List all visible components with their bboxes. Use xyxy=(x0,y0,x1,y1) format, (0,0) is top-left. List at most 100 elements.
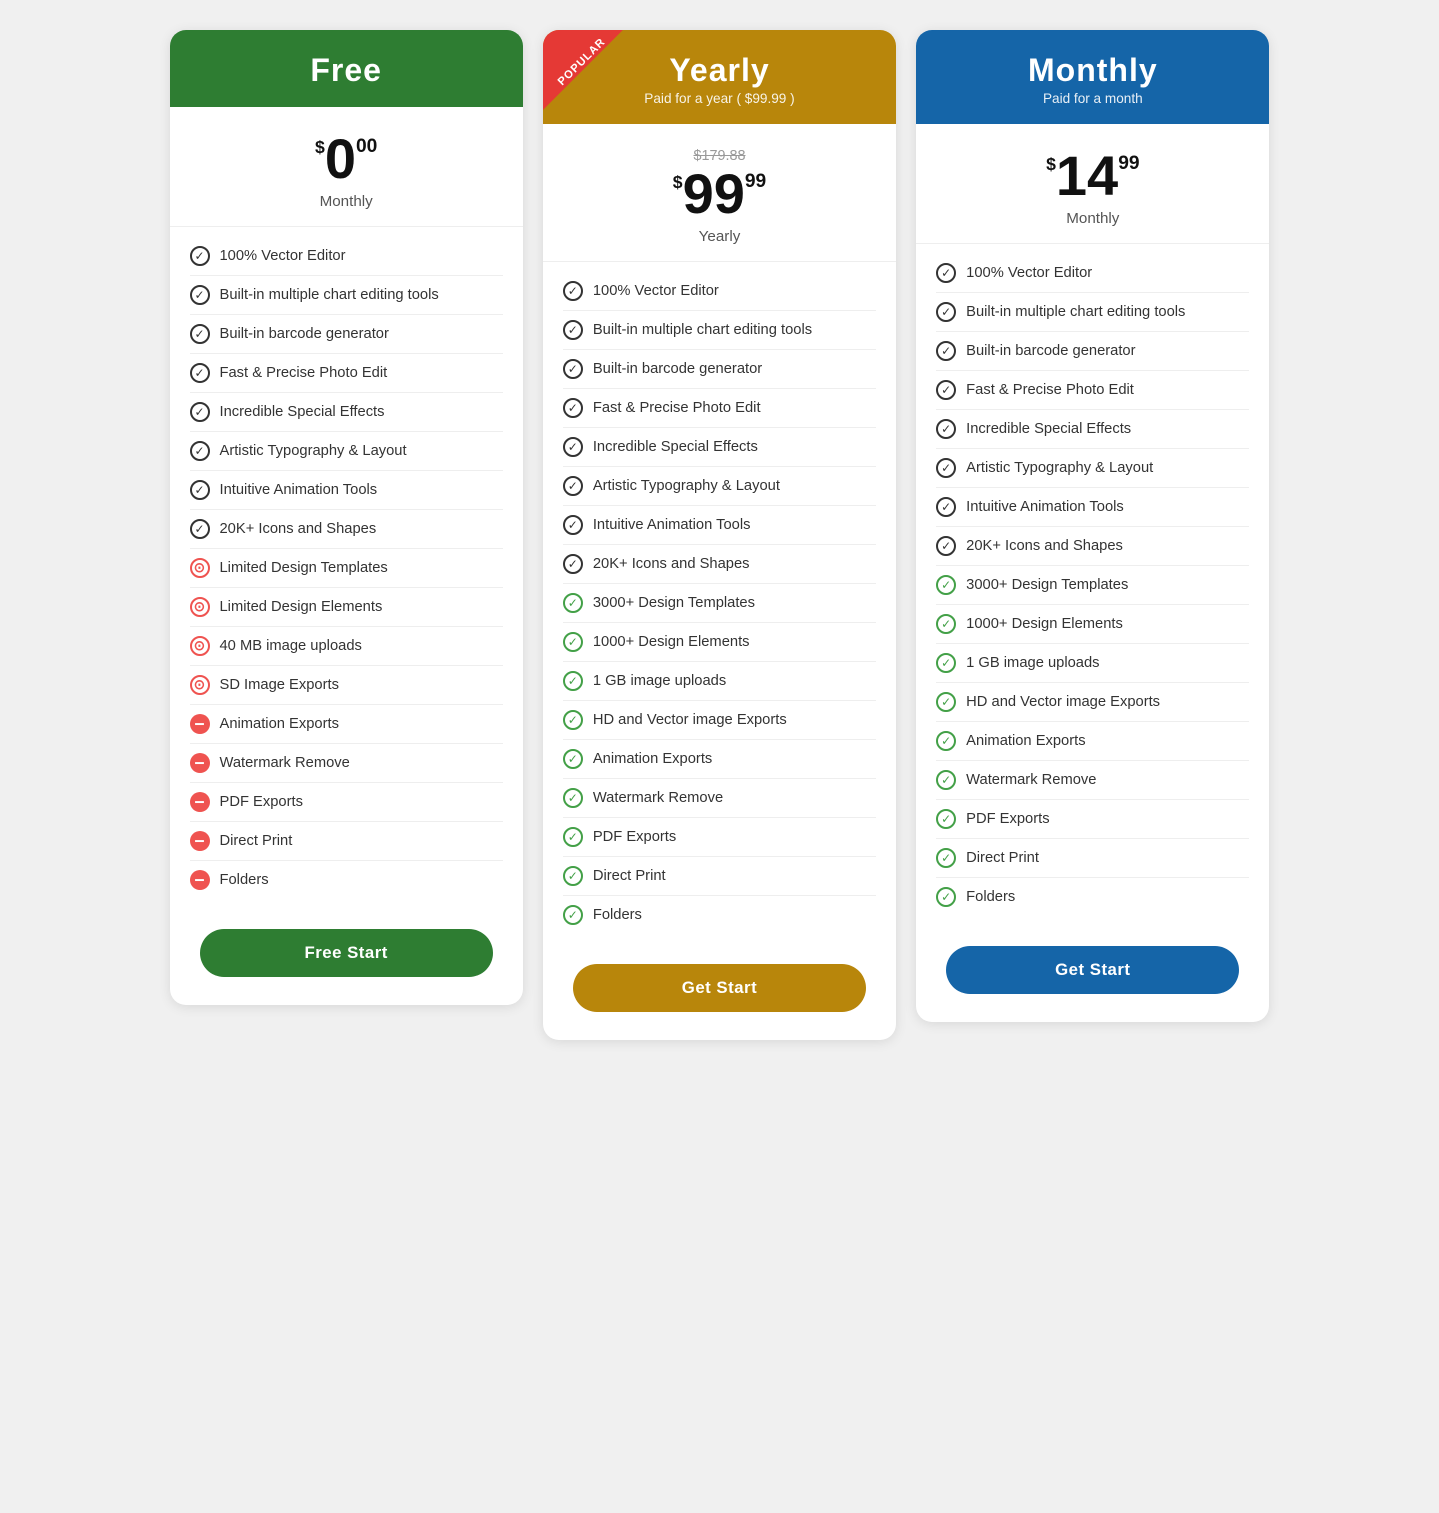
list-item: ✓Incredible Special Effects xyxy=(936,410,1249,449)
feature-text: 1 GB image uploads xyxy=(593,673,726,689)
cta-section-monthly: Get Start xyxy=(916,926,1269,1022)
feature-text: Built-in barcode generator xyxy=(966,343,1135,359)
check-dark-icon: ✓ xyxy=(190,363,210,383)
feature-text: Direct Print xyxy=(966,850,1039,866)
price-row-yearly: $9999 xyxy=(563,166,876,222)
check-dark-icon: ✓ xyxy=(936,302,956,322)
price-dollar-yearly: $ xyxy=(673,174,683,192)
feature-text: SD Image Exports xyxy=(220,677,339,693)
feature-text: Built-in barcode generator xyxy=(593,361,762,377)
check-green-icon: ✓ xyxy=(936,653,956,673)
plan-card-free: Free$000Monthly✓100% Vector Editor✓Built… xyxy=(170,30,523,1005)
check-dark-icon: ✓ xyxy=(936,419,956,439)
feature-text: Watermark Remove xyxy=(220,755,350,771)
feature-text: Incredible Special Effects xyxy=(593,439,758,455)
plan-title-yearly: Yearly xyxy=(563,52,876,89)
check-green-icon: ✓ xyxy=(936,692,956,712)
check-green-icon: ✓ xyxy=(563,905,583,925)
list-item: ✓HD and Vector image Exports xyxy=(936,683,1249,722)
check-green-icon: ✓ xyxy=(936,887,956,907)
cta-button-free[interactable]: Free Start xyxy=(200,929,493,977)
feature-text: Intuitive Animation Tools xyxy=(593,517,751,533)
check-dark-icon: ✓ xyxy=(563,437,583,457)
feature-text: Built-in multiple chart editing tools xyxy=(593,322,812,338)
check-dark-icon: ✓ xyxy=(936,341,956,361)
list-item: ✓Intuitive Animation Tools xyxy=(936,488,1249,527)
list-item: ✓Animation Exports xyxy=(563,740,876,779)
feature-text: Watermark Remove xyxy=(966,772,1096,788)
feature-text: Fast & Precise Photo Edit xyxy=(593,400,761,416)
list-item: ✓ Incredible Special Effects xyxy=(563,428,876,467)
plan-header-free: Free xyxy=(170,30,523,107)
price-main-monthly: 14 xyxy=(1056,148,1118,204)
price-period-free: Monthly xyxy=(190,193,503,210)
feature-text: Folders xyxy=(220,872,269,888)
list-item: ✓Built-in multiple chart editing tools xyxy=(563,311,876,350)
list-item: ✓Folders xyxy=(563,896,876,934)
plan-subtitle-monthly: Paid for a month xyxy=(936,91,1249,106)
list-item: ✓Built-in multiple chart editing tools xyxy=(190,276,503,315)
features-list-monthly: ✓100% Vector Editor✓Built-in multiple ch… xyxy=(916,244,1269,926)
price-dollar-monthly: $ xyxy=(1046,156,1056,174)
list-item: ✓ Folders xyxy=(936,878,1249,916)
feature-text: PDF Exports xyxy=(220,794,303,810)
list-item: ✓20K+ Icons and Shapes xyxy=(936,527,1249,566)
check-dark-icon: ✓ xyxy=(563,554,583,574)
check-green-icon: ✓ xyxy=(563,632,583,652)
list-item: ✓Animation Exports xyxy=(936,722,1249,761)
feature-text: 100% Vector Editor xyxy=(220,248,346,264)
check-dark-icon: ✓ xyxy=(190,441,210,461)
limited-icon: ⊙ xyxy=(190,597,210,617)
check-dark-icon: ✓ xyxy=(190,246,210,266)
price-period-yearly: Yearly xyxy=(563,228,876,245)
feature-text: 100% Vector Editor xyxy=(593,283,719,299)
list-item: ✓1 GB image uploads xyxy=(936,644,1249,683)
features-list-yearly: ✓100% Vector Editor✓Built-in multiple ch… xyxy=(543,262,896,944)
cta-button-monthly[interactable]: Get Start xyxy=(946,946,1239,994)
check-dark-icon: ✓ xyxy=(563,281,583,301)
feature-text: Folders xyxy=(966,889,1015,905)
feature-text: Limited Design Templates xyxy=(220,560,388,576)
price-cents-monthly: 99 xyxy=(1118,154,1139,173)
check-green-icon: ✓ xyxy=(563,671,583,691)
list-item: ✓Intuitive Animation Tools xyxy=(563,506,876,545)
check-green-icon: ✓ xyxy=(563,788,583,808)
list-item: ✓Direct Print xyxy=(563,857,876,896)
check-green-icon: ✓ xyxy=(563,710,583,730)
feature-text: 20K+ Icons and Shapes xyxy=(220,521,377,537)
price-section-yearly: $179.88$9999Yearly xyxy=(543,124,896,262)
feature-text: PDF Exports xyxy=(593,829,676,845)
feature-text: Artistic Typography & Layout xyxy=(220,443,407,459)
list-item: ✓1000+ Design Elements xyxy=(936,605,1249,644)
check-dark-icon: ✓ xyxy=(190,324,210,344)
list-item: ✓20K+ Icons and Shapes xyxy=(190,510,503,549)
check-dark-icon: ✓ xyxy=(563,476,583,496)
list-item: ✓Artistic Typography & Layout xyxy=(563,467,876,506)
list-item: ✓Fast & Precise Photo Edit xyxy=(190,354,503,393)
check-dark-icon: ✓ xyxy=(190,480,210,500)
price-cents-yearly: 99 xyxy=(745,172,766,191)
feature-text: Direct Print xyxy=(593,868,666,884)
list-item: ✓Artistic Typography & Layout xyxy=(936,449,1249,488)
list-item: ✓Built-in barcode generator xyxy=(563,350,876,389)
feature-text: Direct Print xyxy=(220,833,293,849)
cta-button-yearly[interactable]: Get Start xyxy=(573,964,866,1012)
check-dark-icon: ✓ xyxy=(190,285,210,305)
feature-text: Limited Design Elements xyxy=(220,599,383,615)
check-dark-icon: ✓ xyxy=(563,398,583,418)
feature-text: Built-in barcode generator xyxy=(220,326,389,342)
list-item: ⊙Limited Design Templates xyxy=(190,549,503,588)
feature-text: 20K+ Icons and Shapes xyxy=(593,556,750,572)
check-green-icon: ✓ xyxy=(563,593,583,613)
check-green-icon: ✓ xyxy=(563,749,583,769)
feature-text: Watermark Remove xyxy=(593,790,723,806)
feature-text: 1000+ Design Elements xyxy=(966,616,1123,632)
plan-header-monthly: MonthlyPaid for a month xyxy=(916,30,1269,124)
list-item: ⊙SD Image Exports xyxy=(190,666,503,705)
list-item: ✓ 20K+ Icons and Shapes xyxy=(563,545,876,584)
list-item: ✓Intuitive Animation Tools xyxy=(190,471,503,510)
plan-subtitle-yearly: Paid for a year ( $99.99 ) xyxy=(563,91,876,106)
price-section-monthly: $1499Monthly xyxy=(916,124,1269,244)
list-item: ✓HD and Vector image Exports xyxy=(563,701,876,740)
check-green-icon: ✓ xyxy=(936,575,956,595)
